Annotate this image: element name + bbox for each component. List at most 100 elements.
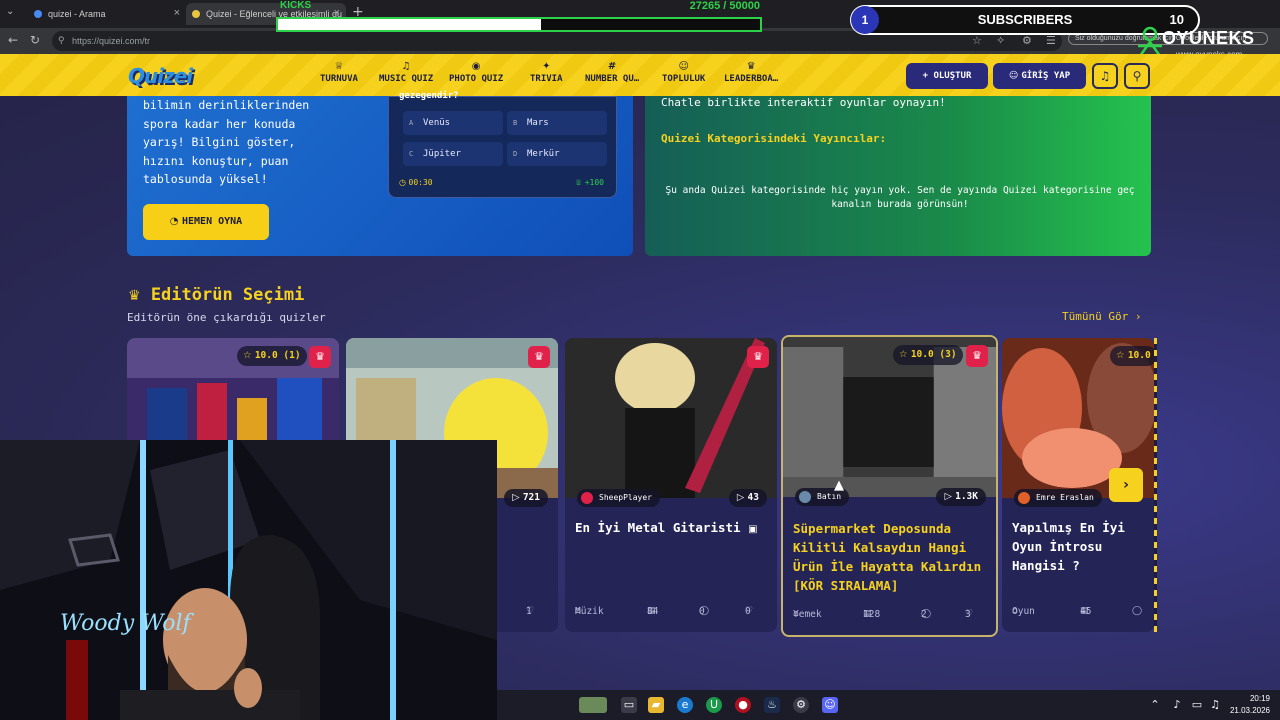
edge-browser-icon[interactable]: e (677, 697, 693, 713)
browser-tab[interactable]: quizei - Arama × (28, 3, 186, 25)
nav-item-photo-quiz[interactable]: ◉ PHOTO QUIZ (449, 60, 503, 84)
volume-icon[interactable]: ♫ (1207, 697, 1223, 713)
avatar (581, 492, 593, 504)
bulb-icon: ✦ (542, 61, 551, 72)
answer-option[interactable]: B Mars (507, 111, 607, 135)
camera-icon: ◉ (471, 61, 481, 72)
nav-item-trivia[interactable]: ✦ TRIVIA (530, 60, 563, 84)
webcam-feed: Woody Wolf (0, 440, 497, 720)
plays-count: ▷ 721 (504, 489, 548, 507)
task-view-icon[interactable]: ▭ (621, 697, 637, 713)
crown-icon: ♛ (528, 346, 550, 368)
discord-icon[interactable]: ☺ (822, 697, 838, 713)
quiz-title: En İyi Metal Gitaristi ▣ (575, 520, 758, 535)
quizei-favicon-icon (192, 10, 200, 18)
quiz-points: ♕ +100 (575, 178, 604, 187)
display-icon[interactable]: ▭ (1189, 697, 1205, 713)
users-icon: ☺ (678, 61, 689, 72)
play-icon: ▷ (944, 491, 956, 502)
app-icon[interactable]: U (706, 697, 722, 713)
video-icon: ▣ (748, 524, 758, 535)
webcam-overlay: Woody Wolf (0, 440, 497, 720)
site-info-icon[interactable]: ⚲ (58, 35, 65, 46)
chevron-right-icon: › (1123, 477, 1129, 493)
rating-badge: ☆ 10.0 (3) (893, 345, 963, 365)
nav-item-music-quiz[interactable]: ♫ MUSIC QUIZ (379, 60, 433, 84)
subscribers-goal: 10 (1169, 12, 1184, 27)
avatar (799, 491, 811, 503)
carousel-next-button[interactable]: › (1109, 468, 1143, 502)
card-stats: ⌂ Müzik ▤ 84 ◯ 0 ♡ 0 (575, 606, 754, 617)
trophy-icon: ♛ (746, 61, 756, 72)
extension-icon[interactable]: ⚙ (1022, 34, 1032, 47)
create-button[interactable]: + OLUŞTUR (906, 63, 988, 89)
site-header: Quizei ♕ TURNUVA ♫ MUSIC QUIZ ◉ PHOTO QUIZ … (0, 54, 1280, 96)
streamers-empty-message: Şu anda Quizei kategorisinde hiç yayın y… (665, 185, 1135, 210)
brand-name: OYUNEKS (1162, 28, 1255, 48)
quiz-card-featured[interactable]: ☆ 10.0 (3) ♛ Batın ▷ 1.3K Süpermarket De… (781, 335, 998, 637)
app-icon[interactable]: ● (735, 697, 751, 713)
plays-count: ▷ 1.3K (936, 488, 986, 506)
app-icon[interactable]: ⚙ (793, 697, 809, 713)
quiz-thumbnail (783, 337, 996, 497)
comment-icon: ◯ (1132, 606, 1143, 616)
answer-option[interactable]: D Merkür (507, 142, 607, 166)
streamers-intro: Chatle birlikte interaktif oyunlar oynay… (661, 96, 946, 109)
kicks-goal-overlay: KICKS 27265 / 50000 (276, 0, 762, 32)
nav-item-number-quiz[interactable]: # NUMBER QU… (585, 60, 639, 84)
search-icon: ⚲ (1132, 69, 1142, 83)
neon-sign-text: Woody Wolf (60, 611, 195, 636)
subscribers-label: SUBSCRIBERS (977, 12, 1073, 27)
answer-option[interactable]: C Jüpiter (403, 142, 503, 166)
play-icon: ▷ (736, 492, 748, 503)
crown-icon: ♛ (128, 288, 141, 304)
hero-description: bilimin derinliklerinden spora kadar her… (143, 98, 310, 186)
notifications-button[interactable]: ♫ (1092, 63, 1118, 89)
quizei-logo[interactable]: Quizei (128, 64, 193, 88)
search-button[interactable]: ⚲ (1124, 63, 1150, 89)
play-icon: ▷ (512, 492, 523, 503)
music-icon: ♫ (401, 61, 411, 72)
answer-option[interactable]: A Venüs (403, 111, 503, 135)
microphone-icon[interactable]: ♪ (1169, 697, 1185, 713)
extension-icon[interactable]: ✧ (996, 34, 1005, 47)
crown-icon: ♛ (309, 346, 331, 368)
author-badge[interactable]: SheepPlayer (577, 489, 660, 507)
tab-search-icon[interactable]: ⌄ (6, 6, 14, 17)
crown-icon: ♛ (966, 345, 988, 367)
login-button[interactable]: ☺ GİRİŞ YAP (993, 63, 1086, 89)
close-tab-icon[interactable]: × (174, 7, 180, 19)
crown-icon: ♛ (747, 346, 769, 368)
steam-icon[interactable]: ♨ (764, 697, 780, 713)
play-now-button[interactable]: ◔ HEMEN OYNA (143, 204, 269, 240)
quiz-title: Yapılmış En İyi Oyun İntrosu Hangisi ? (1012, 520, 1125, 573)
taskbar-app-icon[interactable] (579, 697, 607, 713)
mouse-cursor-icon: ▲ (834, 478, 844, 493)
card-stats: ⌂ Yemek ▤ 128 ◯ 2 ♡ 3 (793, 609, 974, 620)
tray-chevron-icon[interactable]: ⌃ (1147, 697, 1163, 713)
user-icon: ☺ (1008, 71, 1022, 81)
bookmark-star-icon[interactable]: ☆ (972, 34, 982, 47)
nav-item-leaderboard[interactable]: ♛ LEADERBOA… (724, 60, 778, 84)
reading-list-icon[interactable]: ☰ (1046, 34, 1056, 47)
carousel-edge (1154, 338, 1157, 632)
nav-item-turnuva[interactable]: ♕ TURNUVA (320, 60, 358, 84)
streamers-title: Quizei Kategorisindeki Yayıncılar: (661, 132, 887, 145)
kicks-progress-bar (276, 17, 762, 32)
author-badge[interactable]: Emre Eraslan (1014, 489, 1102, 507)
clock[interactable]: 20:19 21.03.2026 (1230, 693, 1270, 717)
quiz-card[interactable]: ♛ SheepPlayer ▷ 43 En İyi Metal Gitarist… (565, 338, 777, 632)
rating-badge: ☆ 10.0 (1110, 346, 1154, 366)
section-title: ♛ Editörün Seçimi (128, 285, 305, 305)
rating-badge: ☆ 10.0 (1) (237, 346, 307, 366)
nav-item-topluluk[interactable]: ☺ TOPLULUK (662, 60, 705, 84)
avatar (1018, 492, 1030, 504)
reload-icon[interactable]: ↻ (30, 33, 40, 47)
card-stats: ⌂ Oyun ▤ 45 ◯ (1012, 606, 1143, 617)
see-all-link[interactable]: Tümünü Gör › (1062, 310, 1141, 323)
google-favicon-icon (34, 10, 42, 18)
quiz-title: Süpermarket Deposunda Kilitli Kalsaydın … (793, 521, 982, 593)
back-icon[interactable]: ← (8, 33, 18, 47)
plays-count: ▷ 43 (728, 489, 767, 507)
file-explorer-icon[interactable]: ▰ (648, 697, 664, 713)
